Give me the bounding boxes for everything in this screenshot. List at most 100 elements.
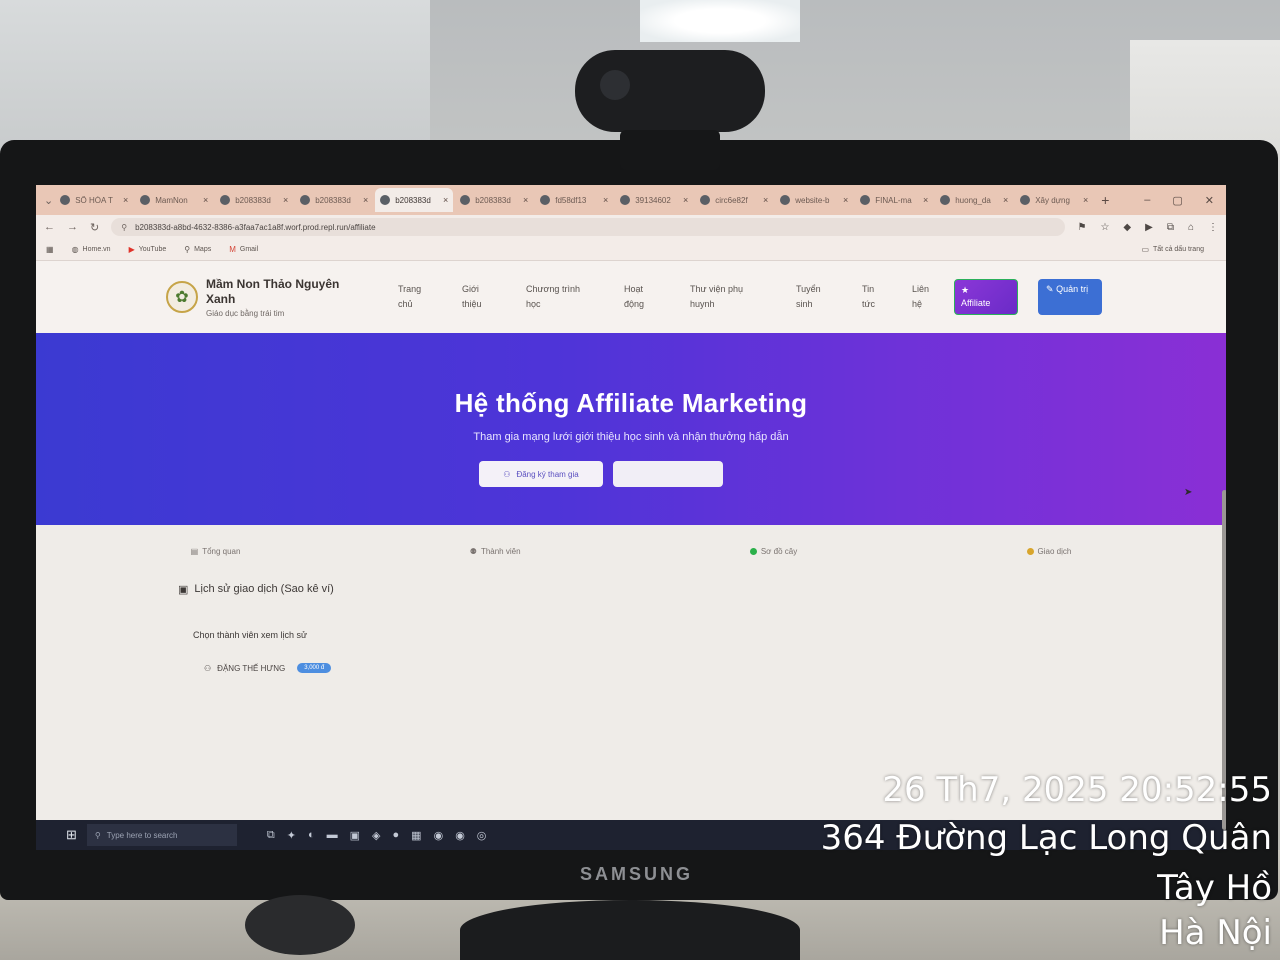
app-red-icon[interactable]: ◉ [434,829,444,842]
menu-item-about[interactable]: Giới thiệu [444,282,508,312]
app-red-2-icon[interactable]: ◉ [455,829,465,842]
windows-start-icon[interactable]: ⊞ [66,827,77,843]
browser-tab[interactable]: b208383d × [295,188,373,212]
menu-item-admission[interactable]: Tuyển sinh [778,282,844,312]
menu-item-program[interactable]: Chương trình học [508,282,606,312]
task-view-icon[interactable]: ⧉ [267,829,275,842]
window-close-icon[interactable]: ✕ [1205,194,1214,207]
menu-item-contact[interactable]: Liên hệ [894,282,942,312]
content-tabs: ▤ Tổng quan ⚉ Thành viên Sơ đồ cây Giao dị… [36,525,1226,556]
forward-icon[interactable]: → [67,221,78,233]
bookmark-star-icon[interactable]: ☆ [1100,222,1109,233]
browser-tab-active[interactable]: b208383d × [375,188,454,212]
monitor-stand [460,900,800,960]
photo-district: Tây Hồ [1157,868,1272,908]
menu-kebab-icon[interactable]: ⋮ [1208,222,1218,233]
close-icon[interactable]: × [763,195,768,205]
tab-label: b208383d [235,195,271,205]
bookmark-homevn[interactable]: ◍ Home.vn [72,245,111,254]
browser-tab[interactable]: FINAL-ma × [855,188,933,212]
menu-item-home[interactable]: Trang chủ [380,282,444,312]
taskbar-search[interactable]: ⚲ Type here to search [86,824,237,846]
secondary-hero-button[interactable] [613,461,723,487]
bookmark-maps[interactable]: ⚲ Maps [184,245,211,254]
all-bookmarks[interactable]: ▭ Tất cả dấu trang [1141,245,1216,254]
chrome-icon[interactable]: ◎ [477,829,487,842]
close-icon[interactable]: × [843,195,848,205]
browser-tab[interactable]: SỐ HÓA T × [55,188,133,212]
tab-label: 39134602 [635,195,671,205]
admin-button[interactable]: ✎ Quản trị [1038,279,1102,315]
store-icon[interactable]: ▣ [350,829,360,842]
new-tab-icon[interactable]: + [1101,192,1109,208]
brand-name[interactable]: Mầm Non Thảo Nguyên Xanh [206,277,366,307]
hero-subtitle: Tham gia mạng lưới giới thiệu học sinh v… [473,431,789,443]
menu-item-news[interactable]: Tin tức [844,282,894,312]
affiliate-button[interactable]: ★ Affiliate [954,279,1018,315]
browser-tab[interactable]: b208383d × [455,188,533,212]
chart-icon: ▤ [190,547,199,556]
tab-tree[interactable]: Sơ đồ cây [749,547,797,556]
minimize-icon[interactable]: – [1144,194,1150,207]
tab-members[interactable]: ⚉ Thành viên [470,547,521,556]
excel-icon[interactable]: ▦ [411,829,421,842]
photo-address: 364 Đường Lạc Long Quân [820,818,1272,858]
address-bar[interactable]: ⚲ b208383d-a8bd-4632-8386-a3faa7ac1a8f.w… [111,218,1066,236]
copilot-icon[interactable]: ✦ [287,829,296,842]
back-icon[interactable]: ← [44,221,55,233]
close-icon[interactable]: × [443,195,448,205]
browser-tab[interactable]: Xây dựng × [1015,188,1093,212]
site-info-icon[interactable]: ⚲ [121,223,127,232]
member-balance-badge: 3,000 đ [297,663,332,673]
edge-icon[interactable]: ◐ [308,829,315,842]
browser-tab[interactable]: MamNon × [135,188,213,212]
home-icon[interactable]: ⌂ [1188,222,1194,233]
member-row[interactable]: ⚇ ĐẶNG THẾ HƯNG 3,000 đ [204,663,332,673]
tab-transactions[interactable]: Giao dịch [1026,547,1071,556]
tab-favicon-icon [780,195,791,205]
close-icon[interactable]: × [203,195,208,205]
media-icon[interactable]: ▶ [1145,222,1153,233]
browser-tab-strip: ⌄ SỐ HÓA T × MamNon × b208383d × b208383d × … [36,185,1226,215]
browser-tab[interactable]: circ6e82f × [695,188,773,212]
reload-icon[interactable]: ↻ [90,221,99,234]
menu-item-parent-library[interactable]: Thư viện phụ huynh [672,282,778,312]
tab-label: MamNon [155,195,188,205]
close-icon[interactable]: × [1083,195,1088,205]
register-button[interactable]: ⚇ Đăng ký tham gia [479,461,603,487]
tab-search-icon[interactable]: ⌄ [44,194,53,207]
close-icon[interactable]: × [363,195,368,205]
menu-item-activities[interactable]: Hoạt động [606,282,672,312]
webcam-mount [620,130,720,170]
bookmark-gmail[interactable]: M Gmail [229,245,258,254]
tab-label: Thành viên [480,547,521,556]
outlook-icon[interactable]: ◈ [372,829,380,842]
extension-icon[interactable]: ◆ [1123,222,1131,233]
bookmark-youtube[interactable]: ▶ YouTube [129,245,167,254]
browser-tab[interactable]: fd58df13 × [535,188,613,212]
close-icon[interactable]: × [283,195,288,205]
tab-overview[interactable]: ▤ Tổng quan [191,547,241,556]
close-icon[interactable]: × [923,195,928,205]
close-icon[interactable]: × [603,195,608,205]
translate-icon[interactable]: ⚑ [1077,222,1086,233]
tab-label: huong_da [955,195,991,205]
close-icon[interactable]: × [1003,195,1008,205]
apps-grid-icon[interactable]: ▦ [46,245,54,254]
browser-toolbar: ← → ↻ ⚲ b208383d-a8bd-4632-8386-a3faa7ac… [36,215,1226,239]
money-bag-icon [1026,548,1034,555]
school-logo[interactable]: ✿ [166,281,198,313]
extensions-puzzle-icon[interactable]: ⧉ [1167,222,1174,233]
close-icon[interactable]: × [523,195,528,205]
close-icon[interactable]: × [123,195,128,205]
browser-tab[interactable]: website-b × [775,188,853,212]
close-icon[interactable]: × [683,195,688,205]
bookmark-label: Gmail [239,246,259,253]
browser-tab[interactable]: huong_da × [935,188,1013,212]
maximize-icon[interactable]: ▢ [1172,194,1182,207]
hero-actions: ⚇ Đăng ký tham gia [36,461,1226,487]
file-explorer-icon[interactable]: ▬ [327,829,338,842]
browser-tab[interactable]: 39134602 × [615,188,693,212]
browser-tab[interactable]: b208383d × [215,188,293,212]
app-icon[interactable]: ● [393,829,400,842]
